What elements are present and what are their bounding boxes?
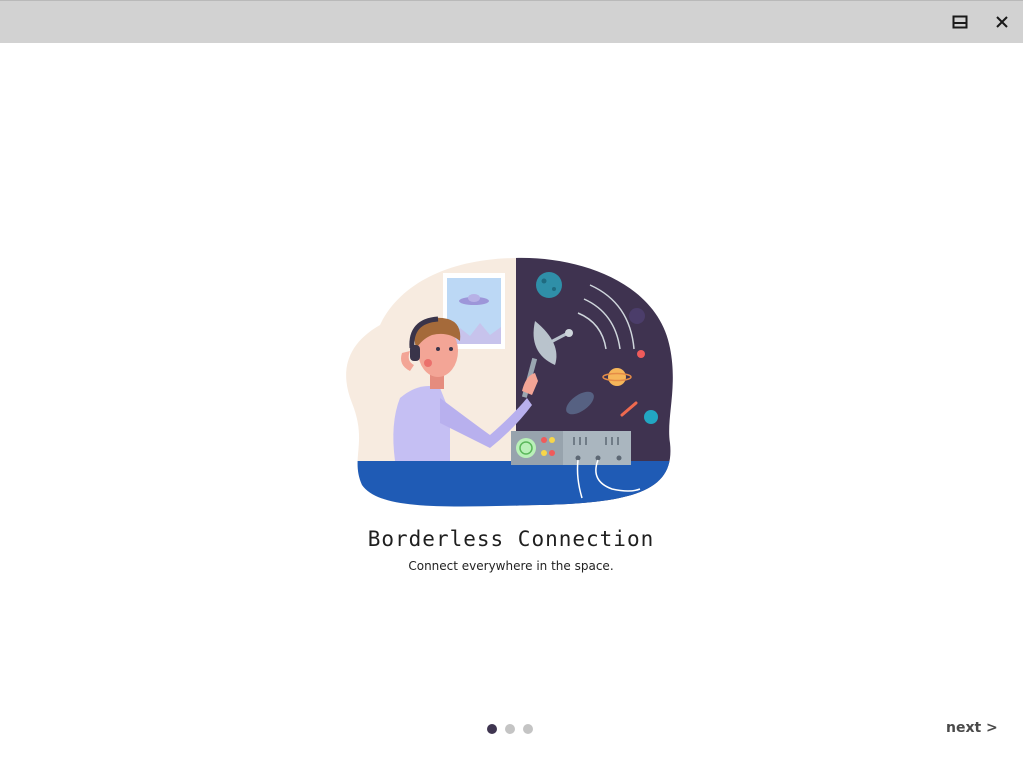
pagination-dot-3[interactable] [523,724,533,734]
maximize-button[interactable] [947,9,973,35]
maximize-icon [952,15,968,29]
slide-subtitle: Connect everywhere in the space. [408,559,614,573]
slide-title: Borderless Connection [367,527,655,551]
pagination-dots [487,724,533,734]
close-button[interactable] [989,9,1015,35]
next-button[interactable]: next > [940,720,1004,736]
pagination-dot-2[interactable] [505,724,515,734]
borderless-connection-illustration [346,257,673,507]
close-icon [996,16,1008,28]
pagination-dot-1[interactable] [487,724,497,734]
window-titlebar [0,0,1023,43]
